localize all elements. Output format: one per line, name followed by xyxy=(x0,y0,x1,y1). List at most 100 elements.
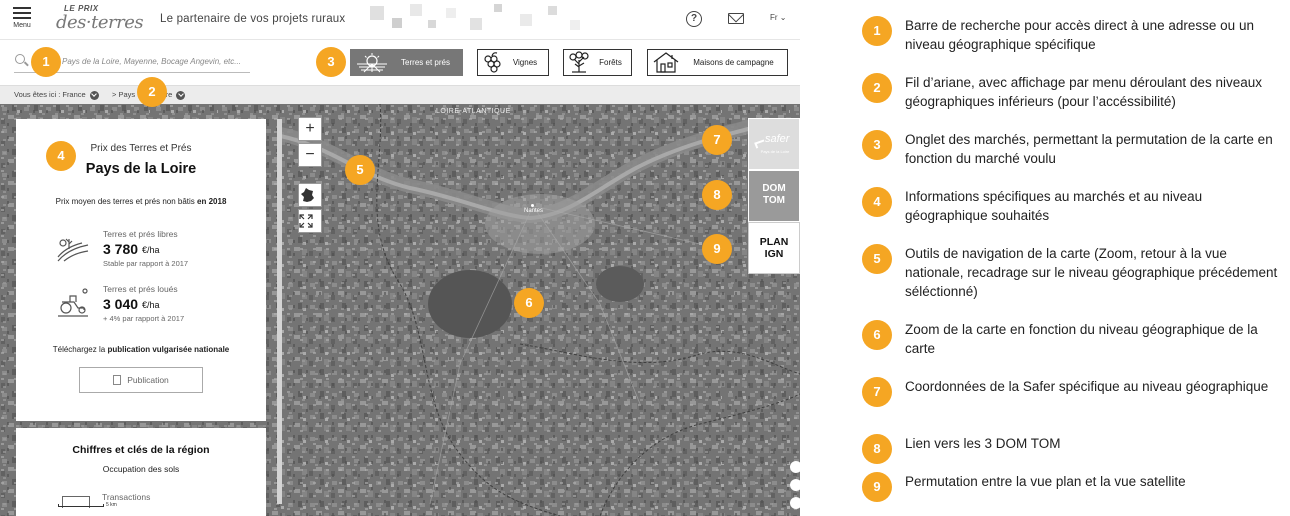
region-figures-panel: Chiffres et clés de la région Occupation… xyxy=(16,428,266,516)
legend-number: 1 xyxy=(862,16,892,46)
safer-logo: safer xyxy=(765,133,790,145)
price-trend: + 4% par rapport à 2017 xyxy=(103,314,184,323)
domtom-button[interactable]: DOM TOM xyxy=(748,170,800,222)
tab-maisons-de-campagne[interactable]: Maisons de campagne xyxy=(647,49,788,76)
france-view-button[interactable] xyxy=(298,183,322,207)
panel-intro-year: en 2018 xyxy=(197,197,227,206)
legend-number: 8 xyxy=(862,434,892,464)
price-label: Terres et prés libres xyxy=(103,229,178,239)
legend-text: Onglet des marchés, permettant la permut… xyxy=(905,132,1273,166)
trend-text: par rapport à 2017 xyxy=(126,259,189,268)
safer-leaf-icon xyxy=(754,139,766,149)
tab-terres-et-pres[interactable]: Terres et prés xyxy=(350,49,463,76)
legend-number: 6 xyxy=(862,320,892,350)
region-label: LOIRE-ATLANTIQUE xyxy=(436,108,511,115)
trend-value: + 4% xyxy=(103,314,121,323)
zoom-in-button[interactable]: + xyxy=(298,117,322,141)
tab-label: Vignes xyxy=(512,58,538,67)
legend-text: Coordonnées de la Safer spécifique au ni… xyxy=(905,379,1269,394)
legend-text: Barre de recherche pour accès direct à u… xyxy=(905,18,1254,52)
callout-badge-2: 2 xyxy=(137,77,167,107)
scale-label: 5 km xyxy=(106,502,117,508)
legend-text: Fil d’ariane, avec affichage par menu dé… xyxy=(905,75,1262,109)
callout-badge-1: 1 xyxy=(31,47,61,77)
house-icon xyxy=(652,51,680,75)
panel2-subtitle: Occupation des sols xyxy=(102,464,180,474)
plan-ign-toggle[interactable]: PLAN IGN xyxy=(748,222,800,274)
legend-text: Informations spécifiques au marchés et a… xyxy=(905,189,1203,223)
price-unit: €/ha xyxy=(142,245,160,255)
city-marker xyxy=(531,204,534,207)
satellite-map[interactable]: LOIRE-ATLANTIQUE Nantes Prix des Terres … xyxy=(0,104,800,516)
map-edge-control-2[interactable] xyxy=(790,479,800,491)
trend-value: Stable xyxy=(103,259,125,268)
price-unit: €/ha xyxy=(142,300,160,310)
callout-badge-3: 3 xyxy=(316,47,346,77)
chevron-down-icon[interactable] xyxy=(176,90,186,100)
download-text: Téléchargez la publication vulgarisée na… xyxy=(16,345,266,354)
breadcrumb-item-france[interactable]: Vous êtes ici : France xyxy=(14,90,99,100)
panel-intro-text: Prix moyen des terres et prés non bâtis xyxy=(55,197,195,206)
menu-button[interactable]: Menu xyxy=(10,7,34,35)
callout-badge-5: 5 xyxy=(345,155,375,185)
mail-icon[interactable] xyxy=(728,13,744,24)
callout-badge-4: 4 xyxy=(46,141,76,171)
tagline: Le partenaire de vos projets ruraux xyxy=(160,13,346,25)
fullscreen-icon xyxy=(299,214,313,228)
top-header: Menu LE PRIX des·terres Le partenaire de… xyxy=(0,0,800,40)
panel-intro: Prix moyen des terres et prés non bâtis … xyxy=(16,197,266,206)
map-edge-control-3[interactable] xyxy=(790,497,800,509)
breadcrumb: Vous êtes ici : France > Pays de la Loir… xyxy=(0,85,800,104)
logo[interactable]: LE PRIX des·terres xyxy=(56,4,144,34)
download-prefix: Téléchargez la xyxy=(52,345,106,354)
map-edge-control-1[interactable] xyxy=(790,461,800,473)
document-icon xyxy=(113,375,122,385)
price-trend: Stable par rapport à 2017 xyxy=(103,259,188,268)
legend-text: Permutation entre la vue plan et la vue … xyxy=(905,474,1186,489)
download-link[interactable]: publication vulgarisée nationale xyxy=(107,345,229,354)
legend-number: 5 xyxy=(862,244,892,274)
menu-label: Menu xyxy=(13,22,31,29)
price-value: 3 780 xyxy=(103,241,139,257)
tab-label: Terres et prés xyxy=(401,58,450,67)
publication-button[interactable]: Publication xyxy=(79,367,203,393)
france-map-icon xyxy=(301,188,314,202)
app-screen: Menu LE PRIX des·terres Le partenaire de… xyxy=(0,0,800,516)
tab-label: Maisons de campagne xyxy=(693,58,774,67)
legend-text: Lien vers les 3 DOM TOM xyxy=(905,436,1061,451)
trend-text: par rapport à 2017 xyxy=(122,314,185,323)
city-label: Nantes xyxy=(524,208,544,214)
hamburger-icon xyxy=(13,7,31,19)
safer-contact-button[interactable]: safer Pays de la Loire xyxy=(748,118,800,170)
legend-text: Outils de navigation de la carte (Zoom, … xyxy=(905,246,1278,299)
chevron-down-icon[interactable] xyxy=(89,90,99,100)
language-selector[interactable]: Fr ⌄ xyxy=(770,13,786,22)
legend-text: Zoom de la carte en fonction du niveau g… xyxy=(905,322,1258,356)
panel-scrollbar[interactable] xyxy=(277,119,282,504)
price-row-leased: Terres et prés loués 3 040 €/ha + 4% par… xyxy=(56,284,256,329)
panel2-item: Transactions xyxy=(102,492,151,502)
legend-number: 3 xyxy=(862,130,892,160)
publication-label: Publication xyxy=(127,375,169,385)
legend-number: 9 xyxy=(862,472,892,502)
price-label: Terres et prés loués xyxy=(103,284,178,294)
legend-number: 7 xyxy=(862,377,892,407)
tab-vignes[interactable]: Vignes xyxy=(477,49,549,76)
help-icon[interactable]: ? xyxy=(686,11,702,27)
legend-number: 4 xyxy=(862,187,892,217)
tab-forets[interactable]: Forêts xyxy=(563,49,632,76)
recenter-button[interactable] xyxy=(298,209,322,233)
search-input[interactable] xyxy=(62,54,252,68)
breadcrumb-label: Vous êtes ici : France xyxy=(14,90,86,99)
callout-badge-6: 6 xyxy=(514,288,544,318)
field-icon xyxy=(355,51,389,75)
callout-badge-8: 8 xyxy=(702,180,732,210)
zoom-out-button[interactable]: − xyxy=(298,143,322,167)
logo-main-text: des·terres xyxy=(56,12,144,33)
search-row: Terres et prés Vignes Forêts Maisons de … xyxy=(0,40,800,85)
tab-label: Forêts xyxy=(599,58,622,67)
callout-badge-9: 9 xyxy=(702,234,732,264)
search-icon[interactable] xyxy=(15,54,25,64)
panel2-title: Chiffres et clés de la région xyxy=(72,444,210,456)
callout-badge-7: 7 xyxy=(702,125,732,155)
